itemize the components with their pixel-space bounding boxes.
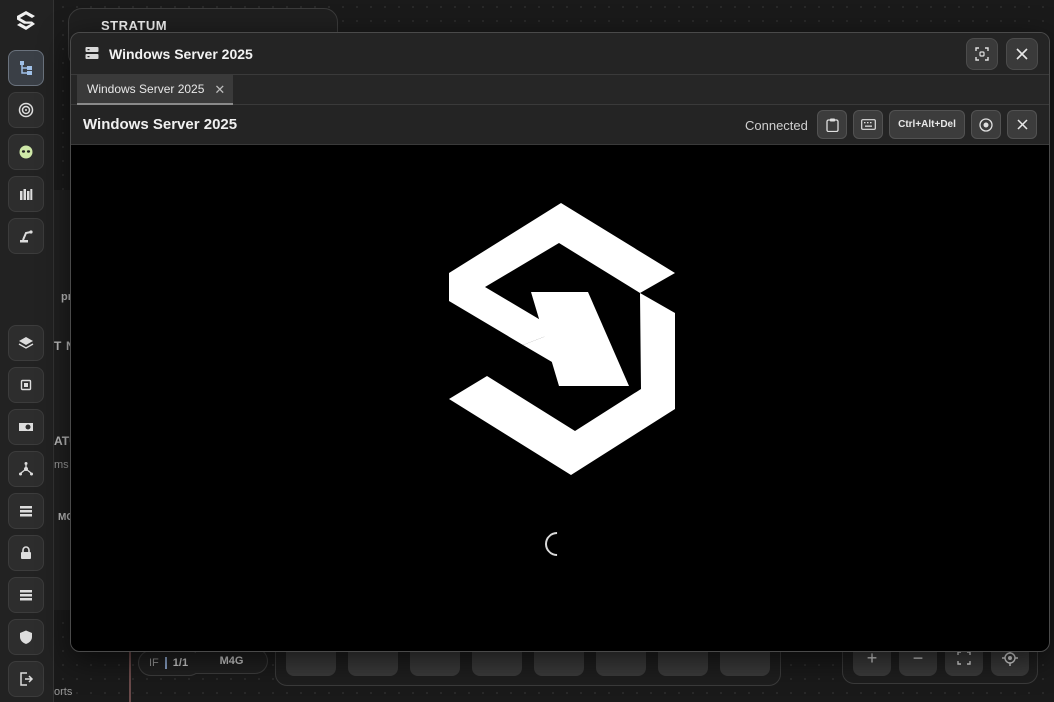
record-icon (979, 117, 993, 132)
close-icon (1016, 119, 1028, 130)
shield-icon (20, 630, 32, 644)
target-icon (18, 102, 34, 118)
background-fragment: orts (54, 686, 73, 698)
ctrl-alt-del-button[interactable]: Ctrl+Alt+Del (889, 110, 965, 139)
fit-view-icon (957, 651, 971, 665)
tab-windows-server[interactable]: Windows Server 2025 ✕ (77, 75, 233, 105)
hierarchy-icon (20, 61, 32, 75)
network-icon (19, 462, 33, 476)
background-fragment: ms (54, 459, 69, 471)
lock-icon (21, 546, 31, 559)
console-window: Windows Server 2025 Windows Server 2025 … (70, 32, 1050, 652)
console-title: Windows Server 2025 (83, 116, 238, 133)
gpu-nav-button[interactable] (8, 409, 44, 445)
clipboard-icon (825, 118, 839, 132)
window-close-button[interactable] (1006, 38, 1038, 70)
list-alt-icon (20, 590, 32, 601)
remote-screen[interactable] (71, 145, 1049, 651)
list-alt-nav-button[interactable] (8, 577, 44, 613)
stratum-logo-icon (449, 203, 675, 475)
ammo-nav-button[interactable] (8, 176, 44, 212)
focus-frame-icon (975, 47, 989, 61)
robot-arm-nav-button[interactable] (8, 218, 44, 254)
fullscreen-button[interactable] (966, 38, 998, 70)
interface-indicator (164, 657, 167, 669)
target-nav-button[interactable] (8, 92, 44, 128)
background-panel (54, 190, 70, 610)
chip-icon (20, 379, 32, 391)
keyboard-icon (860, 119, 876, 130)
shield-nav-button[interactable] (8, 619, 44, 655)
server-icon (85, 47, 99, 59)
chip-nav-button[interactable] (8, 367, 44, 403)
keyboard-button[interactable] (853, 110, 883, 139)
alien-icon (19, 145, 33, 159)
gpu-icon (19, 423, 33, 431)
alien-nav-button[interactable] (8, 134, 44, 170)
lock-nav-button[interactable] (8, 535, 44, 571)
crosshair-icon (1002, 650, 1018, 666)
list-icon (20, 506, 32, 517)
disconnect-button[interactable] (1007, 110, 1037, 139)
loading-spinner (540, 527, 574, 561)
tab-label: Windows Server 2025 (87, 82, 205, 96)
connection-status: Connected (745, 118, 808, 133)
layers-icon (18, 337, 34, 349)
robot-arm-icon (20, 230, 33, 243)
layers-nav-button[interactable] (8, 325, 44, 361)
record-button[interactable] (971, 110, 1001, 139)
interface-value: 1/1 (172, 657, 189, 669)
background-card-title: STRATUM (101, 18, 168, 33)
model-label: M4G (219, 655, 244, 667)
window-title: Windows Server 2025 (109, 46, 253, 62)
tab-close-icon[interactable]: ✕ (214, 83, 225, 96)
console-toolbar: Windows Server 2025 Connected Ctrl+Alt+D… (71, 105, 1049, 145)
ammo-icon (20, 189, 33, 200)
network-nav-button[interactable] (8, 451, 44, 487)
logout-button[interactable] (8, 661, 44, 697)
app-logo-icon[interactable] (14, 9, 38, 33)
left-rail (0, 0, 54, 702)
clipboard-button[interactable] (817, 110, 847, 139)
close-icon (1016, 48, 1028, 60)
background-fragment: T (54, 339, 62, 353)
interface-pill[interactable]: IF 1/1 (138, 650, 202, 676)
background-divider (129, 652, 131, 702)
list-nav-button[interactable] (8, 493, 44, 529)
logout-icon (20, 672, 34, 686)
tab-bar: Windows Server 2025 ✕ (71, 75, 1049, 105)
interface-prefix: IF (149, 657, 159, 669)
window-header: Windows Server 2025 (71, 33, 1049, 75)
hierarchy-nav-button[interactable] (8, 50, 44, 86)
